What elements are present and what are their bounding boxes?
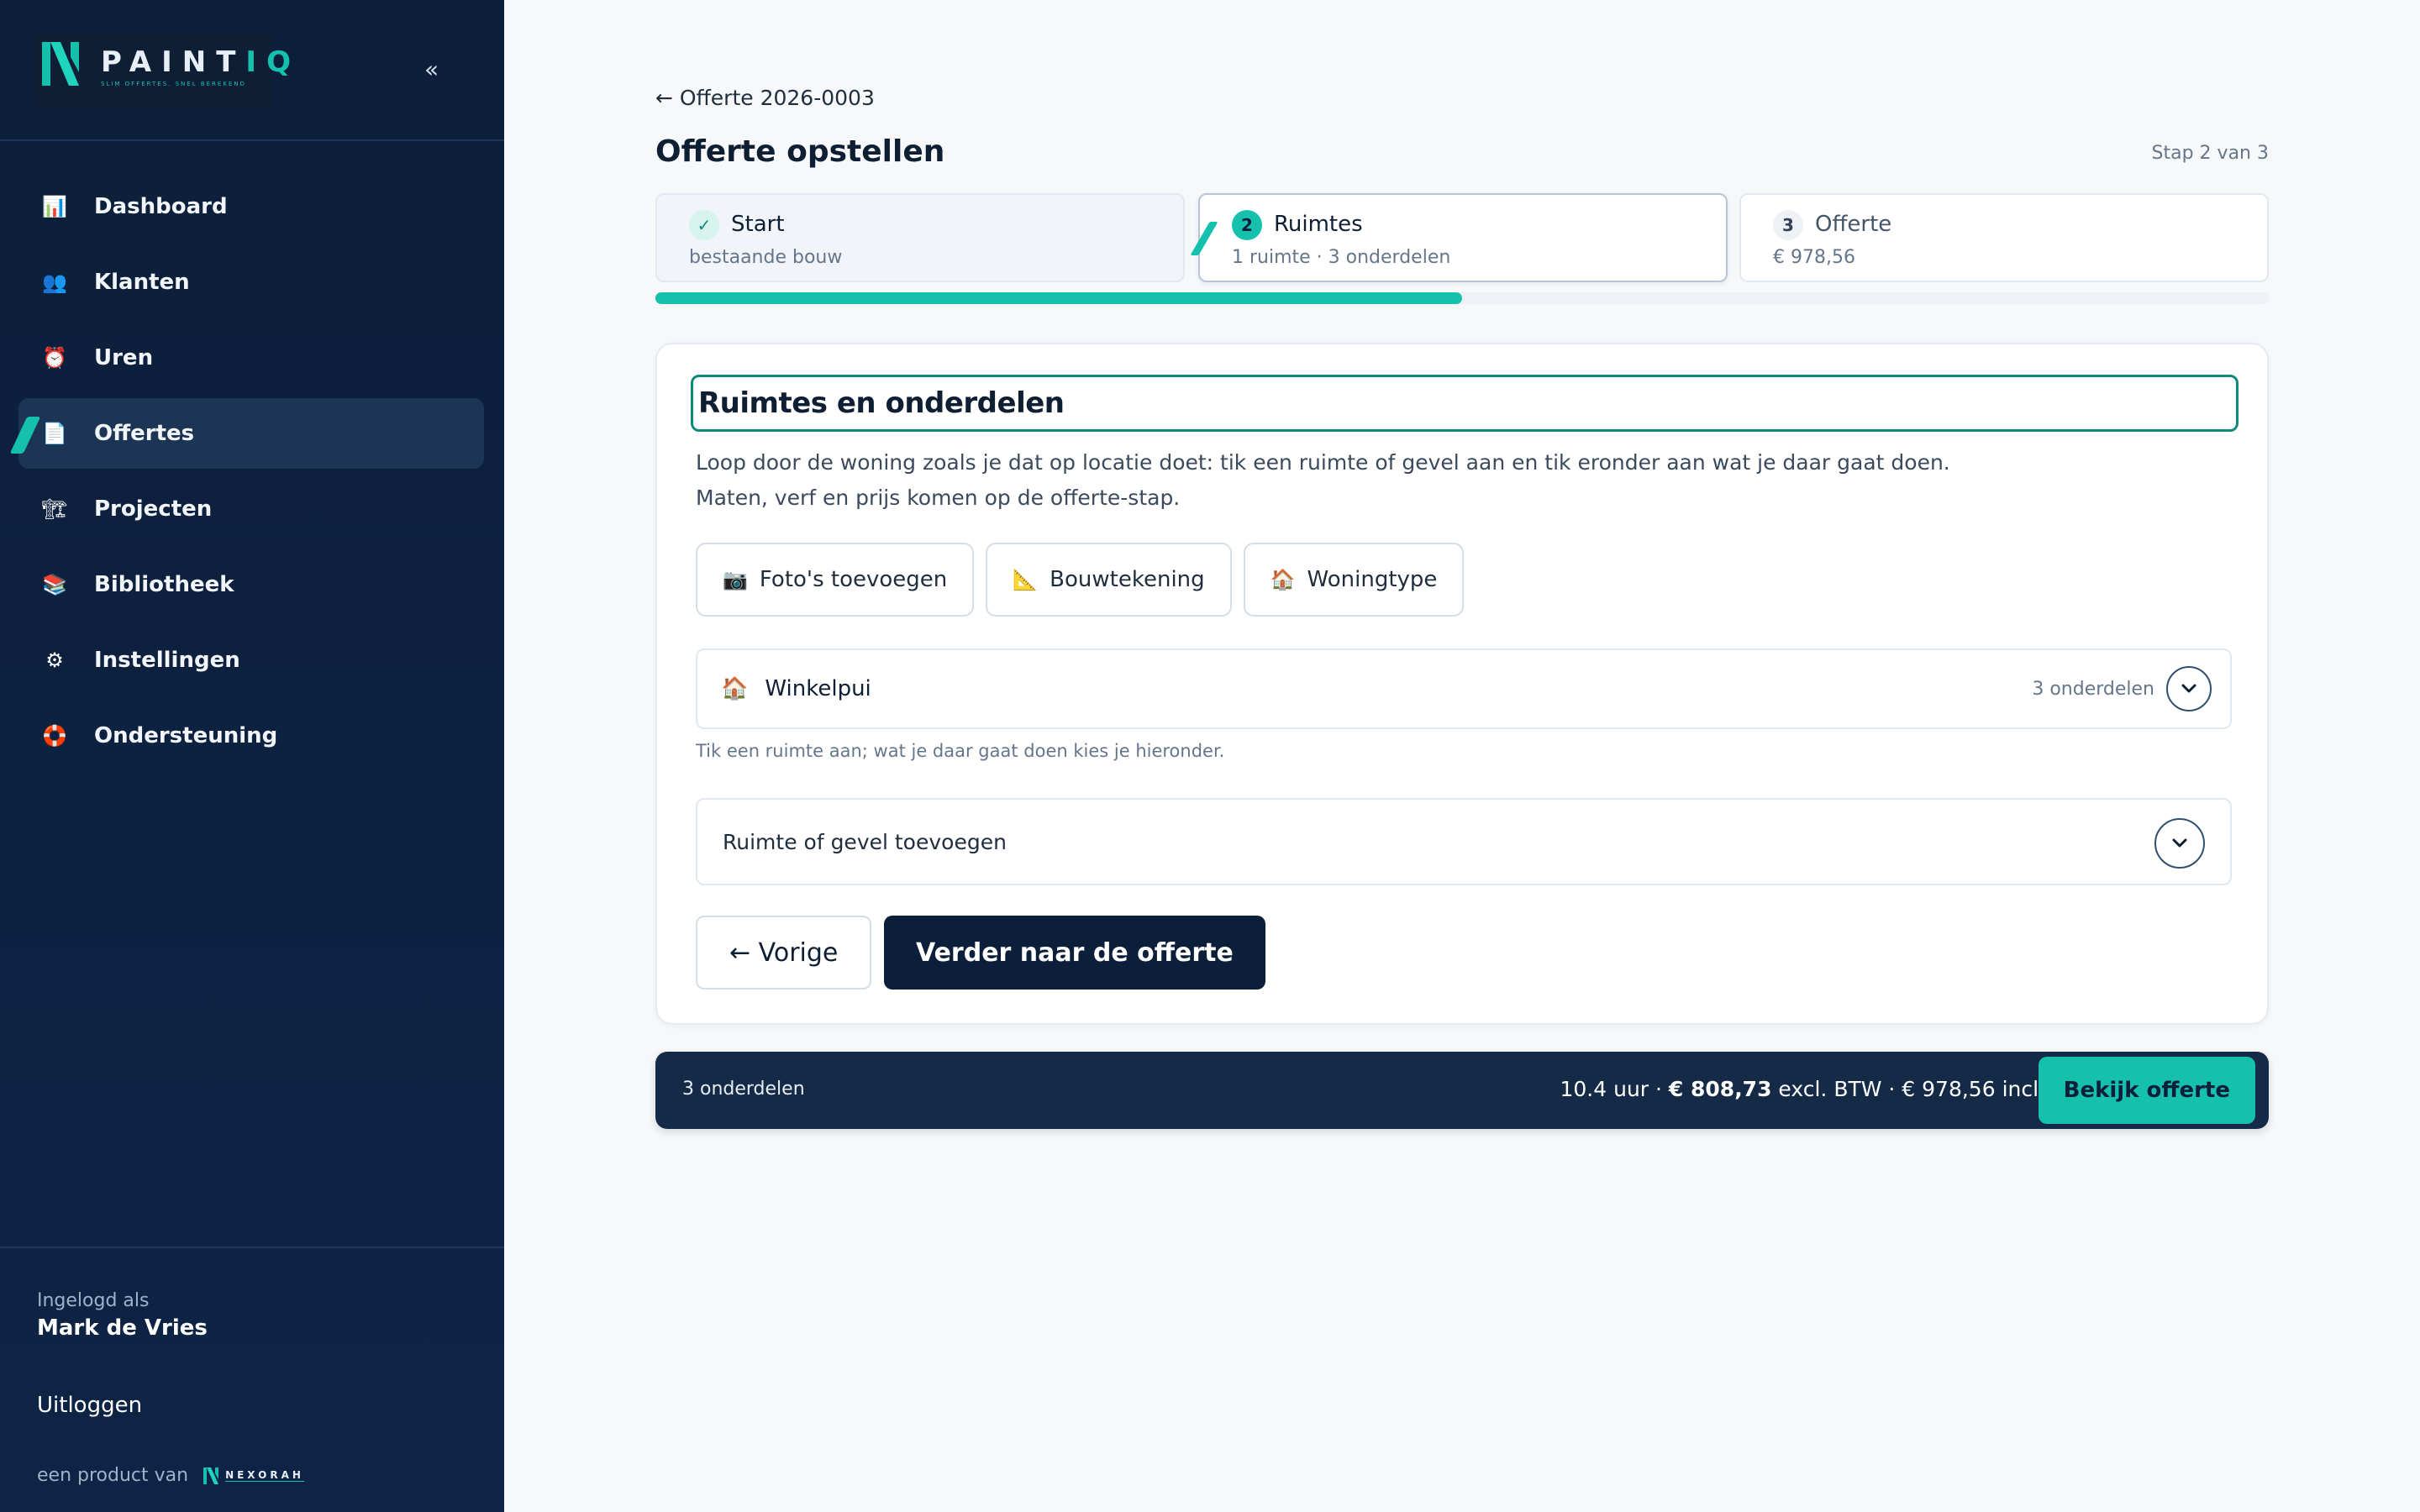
button-label: Foto's toevoegen	[759, 567, 948, 592]
active-step-indicator	[1190, 222, 1218, 255]
page-title: Offerte opstellen	[655, 134, 945, 169]
building-icon: 🏗	[41, 497, 68, 521]
house-icon: 🏠	[1270, 568, 1296, 591]
app-logo[interactable]: PAINTIQ SLIM OFFERTES. SNEL BEREKEND	[32, 32, 291, 108]
button-label: Bouwtekening	[1050, 567, 1205, 592]
nexorah-n-icon	[203, 1467, 219, 1484]
check-icon: ✓	[689, 210, 719, 240]
sidebar: PAINTIQ SLIM OFFERTES. SNEL BEREKEND « 📊…	[0, 0, 504, 1512]
logo-n-icon	[42, 42, 79, 86]
summary-item-count: 3 onderdelen	[682, 1079, 805, 1100]
ruler-triangle-icon: 📐	[1013, 568, 1039, 591]
sidebar-item-offertes[interactable]: 📄 Offertes	[9, 398, 484, 469]
summary-hours: 10.4 uur ·	[1560, 1077, 1669, 1101]
camera-icon: 📷	[723, 568, 748, 591]
sidebar-item-klanten[interactable]: 👥 Klanten	[18, 247, 484, 318]
collapse-sidebar-button[interactable]: «	[424, 55, 439, 83]
sidebar-item-ondersteuning[interactable]: 🛟 Ondersteuning	[18, 701, 484, 771]
step-ruimtes[interactable]: 2 Ruimtes 1 ruimte · 3 onderdelen	[1190, 193, 1728, 282]
floor-plan-button[interactable]: 📐 Bouwtekening	[986, 543, 1232, 617]
active-indicator	[9, 417, 41, 454]
description-line: Loop door de woning zoals je dat op loca…	[696, 450, 1950, 475]
view-quote-button[interactable]: Bekijk offerte	[2038, 1057, 2255, 1124]
sidebar-item-label: Klanten	[94, 270, 190, 295]
back-link[interactable]: ← Offerte 2026-0003	[655, 86, 875, 110]
logout-link[interactable]: Uitloggen	[37, 1393, 142, 1418]
card-description: Loop door de woning zoals je dat op loca…	[696, 445, 1950, 516]
step-subtitle: 1 ruimte · 3 onderdelen	[1232, 247, 1451, 268]
step-start[interactable]: ✓ Start bestaande bouw	[655, 193, 1185, 282]
room-hint: Tik een ruimte aan; wat je daar gaat doe…	[696, 741, 1225, 761]
sidebar-item-projecten[interactable]: 🏗 Projecten	[18, 474, 484, 544]
sidebar-item-uren[interactable]: ⏰ Uren	[18, 323, 484, 393]
sidebar-item-label: Projecten	[94, 496, 213, 522]
clock-icon: ⏰	[42, 346, 67, 370]
gear-icon: ⚙	[45, 648, 64, 672]
sidebar-item-label: Ondersteuning	[94, 723, 278, 748]
nexorah-logo[interactable]: NEXORAH	[202, 1466, 304, 1486]
lifebuoy-icon: 🛟	[42, 724, 67, 748]
product-of-label: een product van	[37, 1465, 189, 1486]
chevron-down-icon[interactable]	[2154, 818, 2205, 869]
step-subtitle: bestaande bouw	[689, 247, 843, 268]
add-photos-button[interactable]: 📷 Foto's toevoegen	[696, 543, 975, 617]
clients-icon: 👥	[42, 270, 67, 294]
sidebar-item-label: Uren	[94, 345, 154, 370]
room-row-winkelpui[interactable]: 🏠 Winkelpui 3 onderdelen	[696, 648, 2232, 729]
add-room-row[interactable]: Ruimte of gevel toevoegen	[696, 798, 2232, 885]
step-count: Stap 2 van 3	[2151, 143, 2269, 164]
document-icon: 📄	[42, 422, 67, 445]
sidebar-item-label: Instellingen	[94, 648, 240, 673]
sidebar-nav: 📊 Dashboard 👥 Klanten ⏰ Uren 📄 Offertes …	[9, 171, 484, 776]
step-number-badge: 2	[1232, 210, 1262, 240]
summary-excl-amount: € 808,73	[1668, 1077, 1772, 1101]
sidebar-item-instellingen[interactable]: ⚙ Instellingen	[18, 625, 484, 696]
step-number-badge: 3	[1773, 210, 1803, 240]
step-title: Start	[731, 212, 785, 237]
previous-button[interactable]: ← Vorige	[696, 916, 872, 990]
sidebar-item-label: Offertes	[94, 421, 195, 446]
room-item-count: 3 onderdelen	[2032, 678, 2154, 700]
tool-buttons: 📷 Foto's toevoegen 📐 Bouwtekening 🏠 Woni…	[696, 543, 1476, 617]
step-offerte[interactable]: 3 Offerte € 978,56	[1739, 193, 2269, 282]
sidebar-item-label: Bibliotheek	[94, 572, 234, 597]
logo-tagline: SLIM OFFERTES. SNEL BEREKEND	[101, 81, 246, 87]
summary-totals: 10.4 uur · € 808,73 excl. BTW · € 978,56…	[1560, 1077, 2045, 1101]
progress-bar	[655, 292, 2269, 304]
sidebar-item-label: Dashboard	[94, 194, 228, 219]
sidebar-divider	[0, 139, 504, 141]
books-icon: 📚	[42, 573, 67, 596]
summary-incl: excl. BTW · € 978,56 incl.	[1771, 1077, 2045, 1101]
room-name: Winkelpui	[765, 676, 871, 701]
add-room-label: Ruimte of gevel toevoegen	[723, 829, 1007, 854]
description-line: Maten, verf en prijs komen op de offerte…	[696, 486, 1181, 510]
product-of: een product van NEXORAH	[37, 1465, 304, 1486]
dashboard-icon: 📊	[42, 195, 67, 218]
next-to-quote-button[interactable]: Verder naar de offerte	[884, 916, 1265, 990]
card-title: Ruimtes en onderdelen	[691, 375, 2238, 432]
progress-fill	[655, 292, 1462, 304]
house-type-button[interactable]: 🏠 Woningtype	[1243, 543, 1465, 617]
step-title: Ruimtes	[1274, 212, 1363, 237]
stepper: ✓ Start bestaande bouw 2 Ruimtes 1 ruimt…	[655, 193, 2269, 282]
user-name: Mark de Vries	[37, 1315, 208, 1341]
summary-bar: 3 onderdelen 10.4 uur · € 808,73 excl. B…	[655, 1052, 2269, 1129]
sidebar-item-bibliotheek[interactable]: 📚 Bibliotheek	[18, 549, 484, 620]
step-subtitle: € 978,56	[1773, 247, 1855, 268]
button-label: Woningtype	[1307, 567, 1438, 592]
rooms-card: Ruimtes en onderdelen Loop door de wonin…	[655, 343, 2269, 1025]
step-title: Offerte	[1815, 212, 1892, 237]
logo-wordmark: PAINTIQ	[101, 45, 301, 79]
nexorah-wordmark: NEXORAH	[225, 1469, 304, 1482]
sidebar-item-dashboard[interactable]: 📊 Dashboard	[18, 171, 484, 242]
chevron-down-icon[interactable]	[2166, 666, 2212, 711]
sidebar-divider	[0, 1247, 504, 1248]
house-icon: 🏠	[721, 676, 749, 701]
logged-in-label: Ingelogd als	[37, 1290, 150, 1311]
